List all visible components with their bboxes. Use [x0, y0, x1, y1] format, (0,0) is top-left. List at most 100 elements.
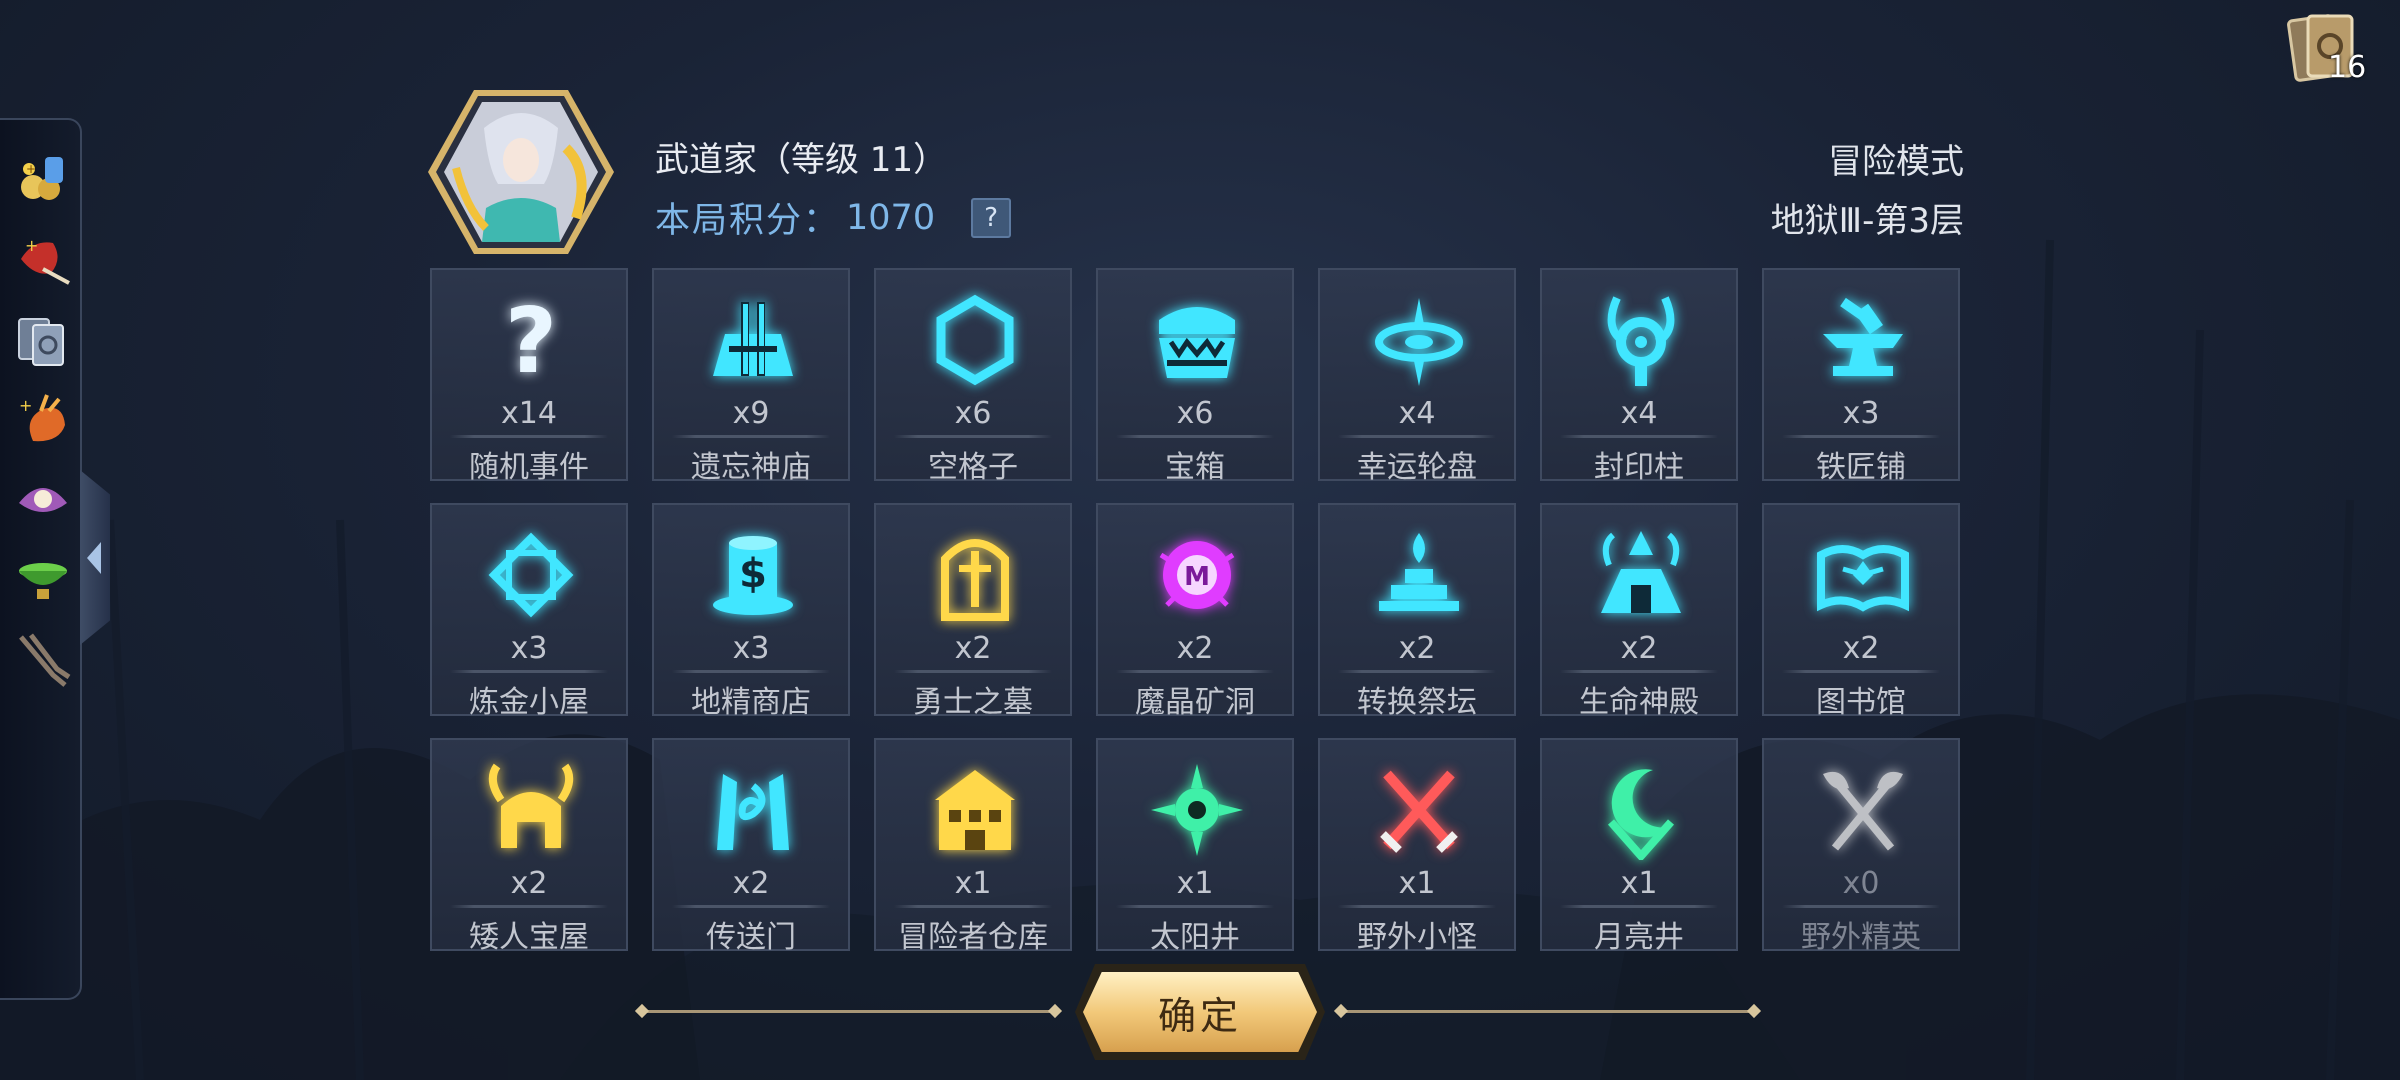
svg-text:$: $ — [739, 551, 767, 597]
event-tile[interactable]: x2 勇士之墓 — [874, 503, 1072, 720]
event-label: 空格子 — [928, 450, 1018, 485]
character-portrait[interactable] — [426, 88, 616, 256]
tile-divider — [450, 905, 608, 908]
event-count: x6 — [1176, 396, 1214, 431]
event-label: 矮人宝屋 — [469, 920, 589, 955]
event-count: x1 — [954, 866, 992, 901]
event-tile[interactable]: x1 冒险者仓库 — [874, 738, 1072, 955]
event-count: x2 — [1620, 631, 1658, 666]
event-label: 太阳井 — [1150, 920, 1240, 955]
confirm-button[interactable]: 确定 — [1083, 972, 1317, 1052]
question-icon: ? — [505, 290, 557, 390]
tile-divider — [1116, 435, 1274, 438]
warehouse-icon — [935, 770, 1015, 850]
event-tile[interactable]: x9 遗忘神庙 — [652, 268, 850, 485]
lucky-wheel-icon — [1375, 298, 1463, 386]
event-label: 炼金小屋 — [469, 685, 589, 720]
tile-divider — [672, 670, 830, 673]
tile-divider — [1338, 435, 1496, 438]
event-label: 地精商店 — [691, 685, 811, 720]
goblin-shop-icon: $ — [713, 536, 793, 615]
event-count: x14 — [501, 396, 557, 431]
event-tile[interactable]: ? x14 随机事件 — [430, 268, 628, 485]
event-label: 宝箱 — [1165, 450, 1225, 485]
book-icon — [1817, 545, 1909, 612]
character-name: 武道家（等级 11） — [655, 140, 948, 180]
tongs-relic-icon[interactable] — [12, 628, 74, 690]
event-tile[interactable]: $ x3 地精商店 — [652, 503, 850, 720]
event-tile[interactable]: x6 空格子 — [874, 268, 1072, 485]
event-tile[interactable]: x1 月亮井 — [1540, 738, 1738, 955]
event-label: 转换祭坛 — [1357, 685, 1477, 720]
event-tile[interactable]: Mx2 魔晶矿洞 — [1096, 503, 1294, 720]
floor-level: 地狱Ⅲ-第3层 — [1770, 201, 1964, 241]
event-label: 传送门 — [706, 920, 796, 955]
chevron-left-icon — [87, 541, 101, 574]
event-label: 月亮井 — [1594, 920, 1684, 955]
tile-divider — [672, 435, 830, 438]
event-count: x2 — [1176, 631, 1214, 666]
tile-divider — [894, 670, 1052, 673]
event-tile[interactable]: x6 宝箱 — [1096, 268, 1294, 485]
event-label: 封印柱 — [1594, 450, 1684, 485]
event-count: x2 — [1398, 631, 1436, 666]
event-tile[interactable]: x2 矮人宝屋 — [430, 738, 628, 955]
card-stack-relic-icon[interactable] — [12, 308, 74, 370]
tile-divider — [894, 435, 1052, 438]
event-tile[interactable]: x1 野外小怪 — [1318, 738, 1516, 955]
event-tile[interactable]: x2 生命神殿 — [1540, 503, 1738, 720]
relic-sidebar: + + + — [0, 118, 82, 1000]
divider-left — [640, 1010, 1055, 1013]
red-horn-relic-icon[interactable]: + — [12, 228, 74, 290]
tile-divider — [1782, 670, 1940, 673]
event-tile[interactable]: x4 幸运轮盘 — [1318, 268, 1516, 485]
tile-divider — [894, 905, 1052, 908]
score-help-button[interactable]: ? — [971, 197, 1012, 238]
event-label: 魔晶矿洞 — [1135, 685, 1255, 720]
event-count: x2 — [510, 866, 548, 901]
tile-divider — [1560, 670, 1718, 673]
event-tile[interactable]: x2 图书馆 — [1762, 503, 1960, 720]
magic-crystal-icon: M — [1159, 541, 1235, 609]
pearl-shell-relic-icon[interactable] — [12, 468, 74, 530]
flame-claw-relic-icon[interactable]: + — [12, 388, 74, 450]
green-bowl-relic-icon[interactable] — [12, 548, 74, 610]
event-label: 随机事件 — [469, 450, 589, 485]
altar-icon — [1379, 533, 1459, 611]
moon-well-icon — [1608, 769, 1674, 860]
event-label: 野外精英 — [1801, 920, 1921, 955]
tile-divider — [1338, 905, 1496, 908]
event-label: 野外小怪 — [1357, 920, 1477, 955]
tombstone-icon — [941, 539, 1009, 621]
event-count: x3 — [732, 631, 770, 666]
event-count: x1 — [1176, 866, 1214, 901]
event-count: x2 — [954, 631, 992, 666]
score-value: 1070 — [846, 197, 936, 238]
event-tile[interactable]: x2 传送门 — [652, 738, 850, 955]
event-count: x9 — [732, 396, 770, 431]
event-count: x2 — [1842, 631, 1880, 666]
event-tile[interactable]: x3 铁匠铺 — [1762, 268, 1960, 485]
tile-divider — [672, 905, 830, 908]
hexagon-icon — [936, 294, 1014, 386]
event-count: x3 — [1842, 396, 1880, 431]
event-count: x0 — [1842, 866, 1880, 901]
sidebar-collapse-button[interactable] — [80, 470, 110, 645]
event-tile[interactable]: x2 转换祭坛 — [1318, 503, 1516, 720]
gold-coins-relic-icon[interactable]: + — [12, 148, 74, 210]
event-tile[interactable]: x1 太阳井 — [1096, 738, 1294, 955]
deck-count: 16 — [2328, 50, 2367, 85]
event-count: x4 — [1398, 396, 1436, 431]
event-count: x2 — [732, 866, 770, 901]
crossed-swords-icon — [1380, 770, 1458, 853]
game-mode: 冒险模式 — [1828, 142, 1964, 182]
event-count: x1 — [1398, 866, 1436, 901]
event-label: 勇士之墓 — [913, 685, 1033, 720]
event-tile[interactable]: x4 封印柱 — [1540, 268, 1738, 485]
crossed-axes-icon — [1823, 771, 1903, 851]
event-tile[interactable]: x0 野外精英 — [1762, 738, 1960, 955]
event-tile[interactable]: x3 炼金小屋 — [430, 503, 628, 720]
svg-text:M: M — [1184, 562, 1210, 592]
tile-divider — [1338, 670, 1496, 673]
svg-text:?: ? — [505, 290, 557, 390]
